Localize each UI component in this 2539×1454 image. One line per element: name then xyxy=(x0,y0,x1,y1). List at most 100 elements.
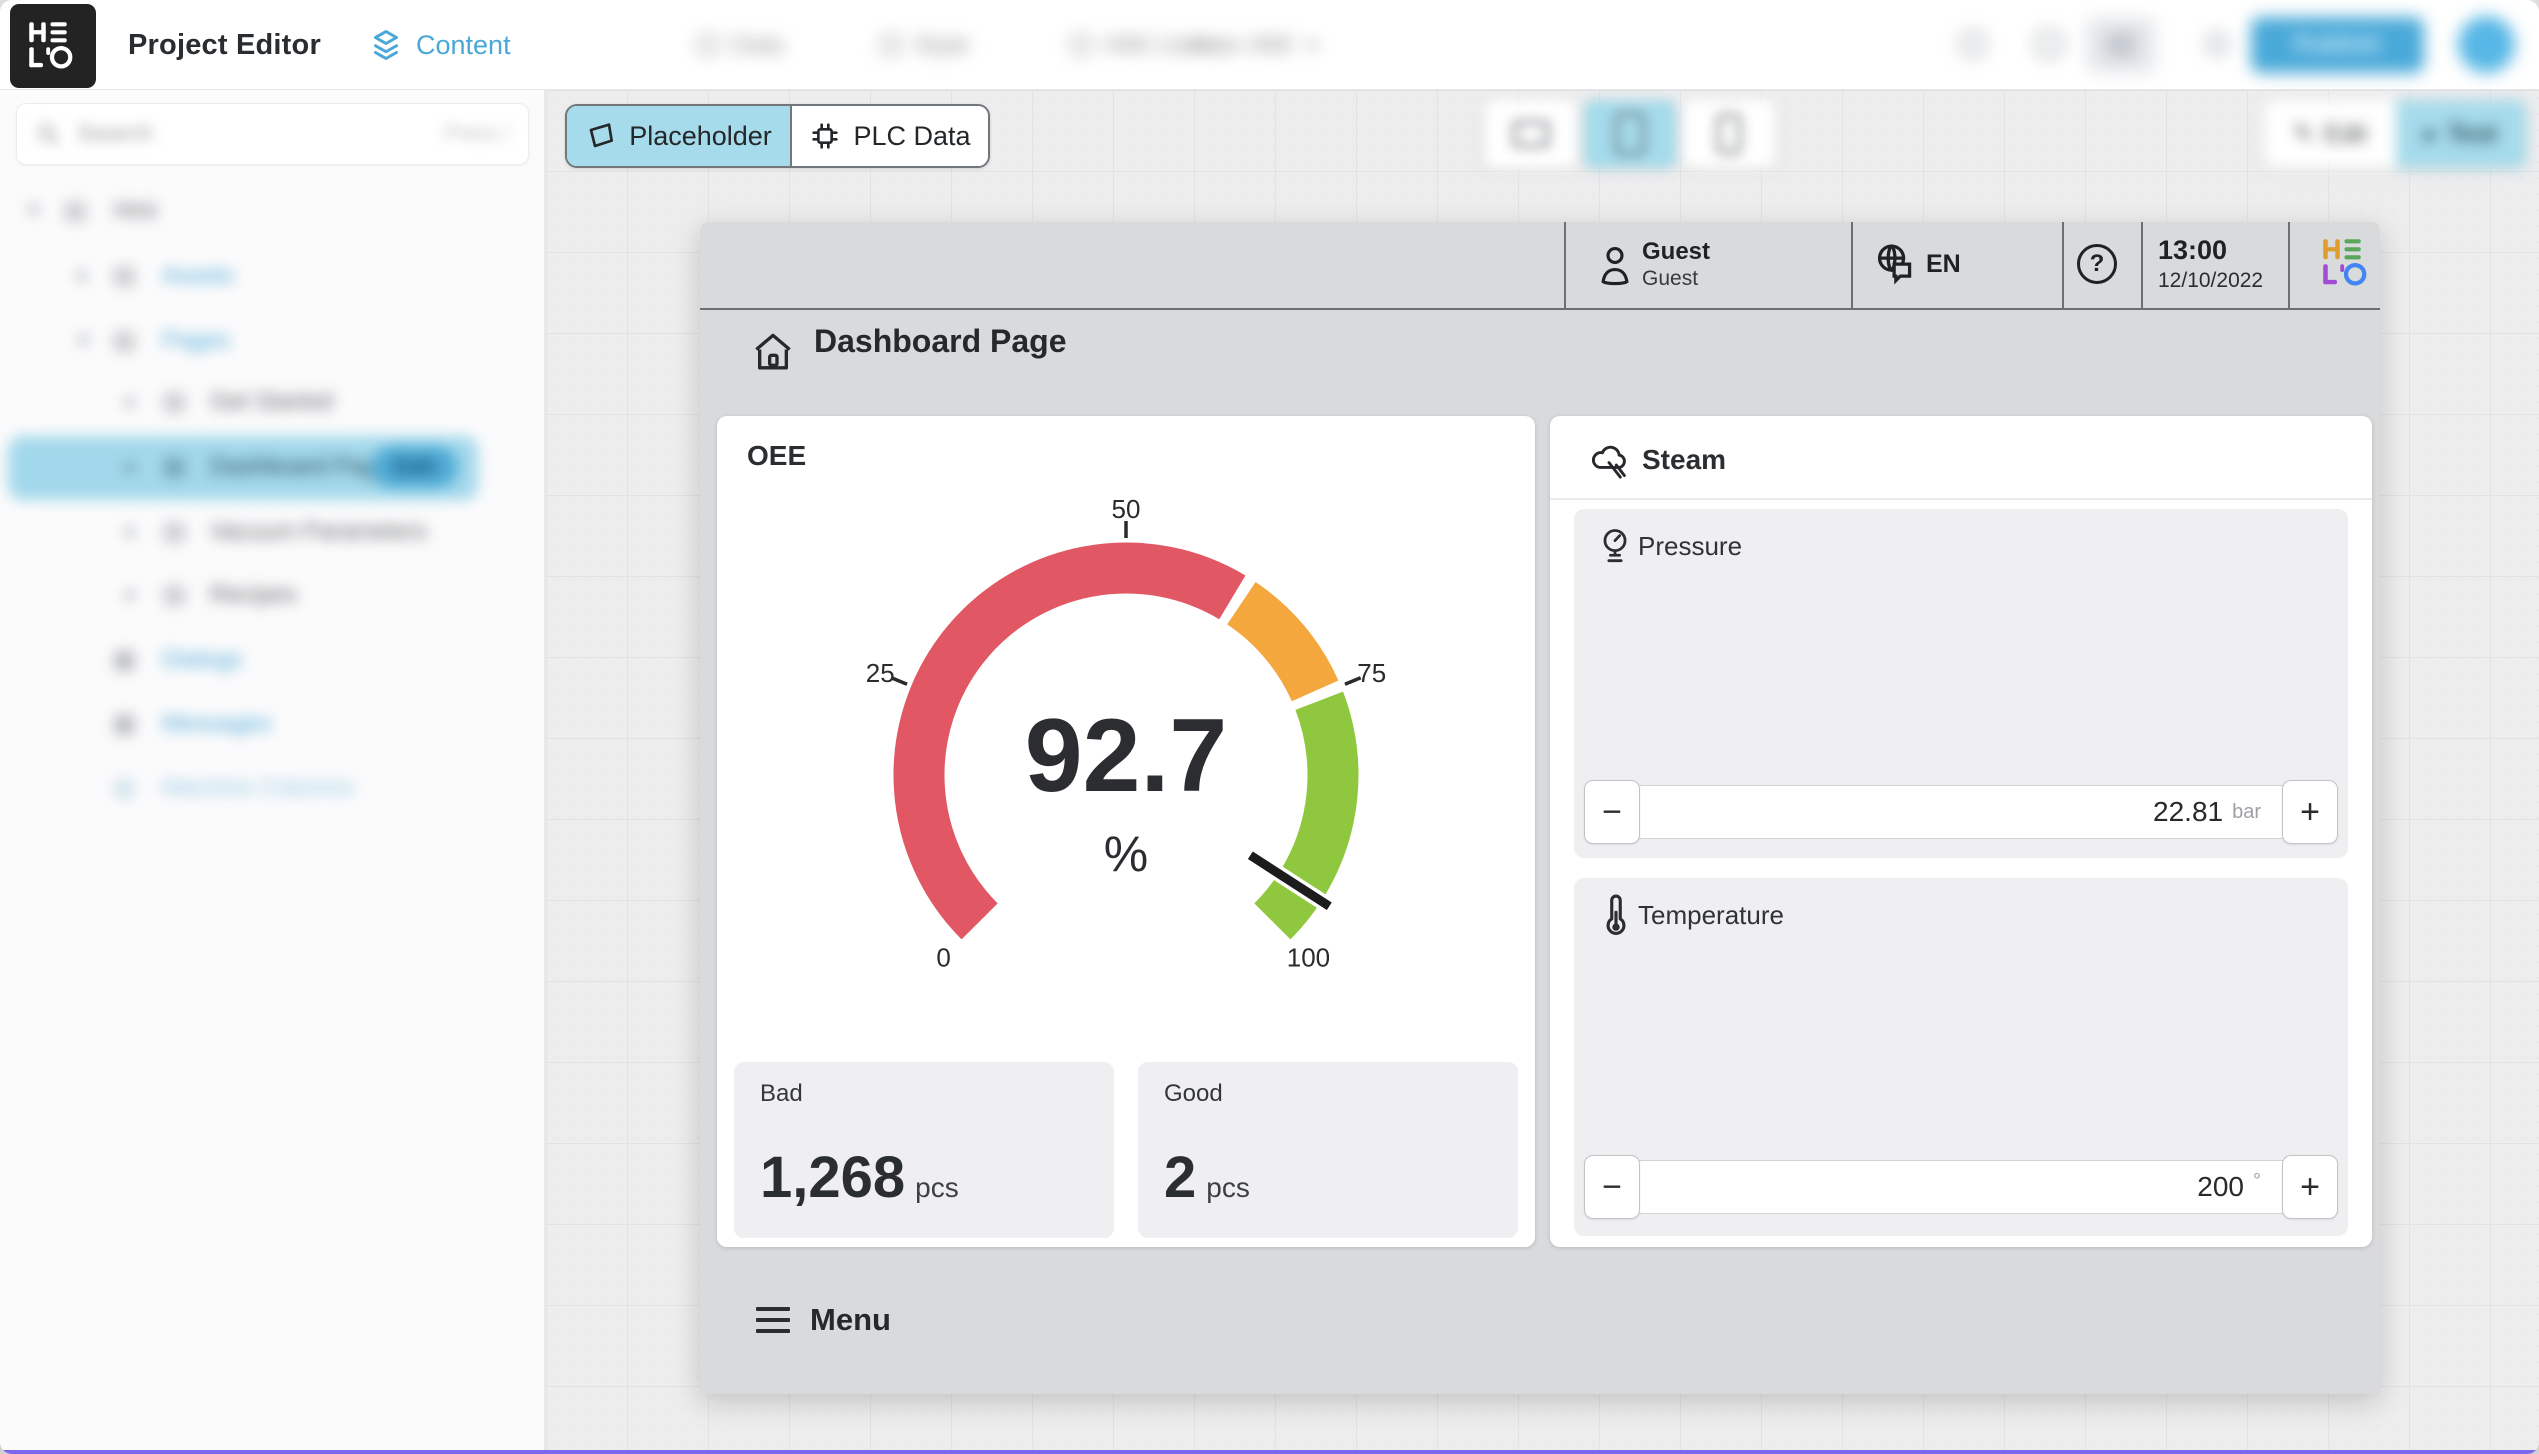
edit-test-switch: ✎ Edit ▸ Test xyxy=(2264,100,2526,168)
user-icon xyxy=(1596,241,1634,289)
temperature-card: Temperature − 200 ° + xyxy=(1574,878,2348,1236)
history-icon[interactable] xyxy=(1960,31,1986,57)
pressure-label: Pressure xyxy=(1638,531,1742,562)
device-preview-switch xyxy=(1485,100,1775,168)
bad-label: Bad xyxy=(760,1080,803,1108)
avatar[interactable] xyxy=(2458,16,2515,73)
menu-label: Menu xyxy=(810,1302,891,1338)
folder-icon: ▤ xyxy=(64,196,87,225)
tree-item-root[interactable]: ▾ ▤ Hmi xyxy=(0,180,545,244)
hmi-canvas: Guest Guest EN ? 13:00 12/10/2022 xyxy=(700,222,2380,1394)
home-icon xyxy=(753,328,793,376)
caret-right-icon[interactable]: ▸ xyxy=(126,518,137,544)
edit-mode-button[interactable]: ✎ Edit xyxy=(2264,100,2396,168)
search-placeholder: Search xyxy=(77,120,429,148)
steam-header-rule xyxy=(1550,498,2372,500)
svg-text:0: 0 xyxy=(936,942,950,972)
pressure-unit: bar xyxy=(2232,801,2261,824)
tree-item-dashboard-page-selected[interactable]: ▸ ▤ Dashboard Page Edit xyxy=(0,436,545,500)
search-shortcut-hint: Press / xyxy=(445,122,510,146)
search-icon xyxy=(35,121,61,147)
caret-right-icon[interactable]: ▸ xyxy=(126,453,137,479)
caret-right-icon[interactable]: ▸ xyxy=(78,262,89,288)
tree-item-dialogs[interactable]: ▦ Dialogs xyxy=(0,629,545,693)
tree-item-recipes[interactable]: ▸ ▤ Recipes xyxy=(0,564,545,628)
temperature-stepper: − 200 ° + xyxy=(1584,1155,2338,1219)
tree-item-get-started[interactable]: ▸ ▤ Get Started xyxy=(0,371,545,435)
tab-placeholder[interactable]: Placeholder xyxy=(567,106,792,166)
data-mode-switch: Placeholder PLC Data xyxy=(565,104,990,168)
pressure-input[interactable]: 22.81 bar xyxy=(1614,785,2308,839)
tree-item-pages[interactable]: ▾ ▤ Pages xyxy=(0,310,545,374)
help-icon[interactable]: ? xyxy=(2077,244,2117,284)
publish-button[interactable]: Publish xyxy=(2251,17,2424,73)
caret-right-icon[interactable]: ▸ xyxy=(126,581,137,607)
edit-badge[interactable]: Edit xyxy=(372,446,458,488)
header-divider xyxy=(2062,222,2064,308)
tab-style[interactable]: Style xyxy=(880,0,970,90)
page-icon: ▤ xyxy=(163,387,186,416)
messages-icon: ▦ xyxy=(113,709,136,738)
folder-icon: ▤ xyxy=(113,261,136,290)
steam-panel: Steam Pressure − 22.81 bar xyxy=(1550,416,2372,1247)
data-icon xyxy=(697,34,719,56)
svg-text:50: 50 xyxy=(1112,495,1141,524)
temperature-input[interactable]: 200 ° xyxy=(1614,1160,2308,1214)
gauge-unit: % xyxy=(1104,826,1148,882)
svg-text:25: 25 xyxy=(866,658,895,688)
svg-text:100: 100 xyxy=(1287,942,1330,972)
caret-down-icon[interactable]: ▾ xyxy=(28,197,39,223)
pressure-increment-button[interactable]: + xyxy=(2282,780,2338,844)
tab-data[interactable]: Data xyxy=(697,0,784,90)
pressure-card: Pressure − 22.81 bar + xyxy=(1574,509,2348,858)
tree-item-messages[interactable]: ▦ Messages xyxy=(0,693,545,757)
pressure-decrement-button[interactable]: − xyxy=(1584,780,1640,844)
dialogs-icon: ▦ xyxy=(113,645,136,674)
user-name[interactable]: Guest xyxy=(1642,238,1710,266)
layers-icon xyxy=(368,27,404,63)
tablet-icon xyxy=(1615,113,1645,155)
preview-window-button[interactable] xyxy=(2086,17,2156,73)
hmi-menu-button[interactable]: Menu xyxy=(756,1302,891,1338)
helio-logo-icon xyxy=(27,21,79,71)
clock-date: 12/10/2022 xyxy=(2158,269,2263,293)
temperature-increment-button[interactable]: + xyxy=(2282,1155,2338,1219)
caret-down-icon[interactable]: ▾ xyxy=(78,327,89,353)
temperature-label: Temperature xyxy=(1638,900,1784,931)
tree-item-vacuum-parameters[interactable]: ▸ ▤ Vacuum Parameters xyxy=(0,501,545,565)
good-value: 2 xyxy=(1164,1146,1196,1210)
share-icon[interactable] xyxy=(2036,31,2062,57)
pencil-icon: ✎ xyxy=(2293,119,2314,149)
caret-right-icon[interactable]: ▸ xyxy=(126,388,137,414)
device-tablet-button[interactable] xyxy=(1584,100,1676,168)
good-unit: pcs xyxy=(1206,1172,1250,1204)
tab-content[interactable]: Content xyxy=(368,0,511,90)
project-tree-sidebar: Search Press / ▾ ▤ Hmi ▸ ▤ Assets ▾ ▤ Pa… xyxy=(0,90,545,1454)
device-phone-button[interactable] xyxy=(1683,100,1775,168)
top-bar: Project Editor Content Data Style HMI Us… xyxy=(0,0,2539,90)
tree-item-machine-columns[interactable]: ▦ Machine Columns xyxy=(0,757,545,821)
phone-icon xyxy=(1717,114,1741,154)
style-icon xyxy=(880,34,902,56)
project-dropdown[interactable]: New HMI ▾ xyxy=(1190,0,1317,90)
zoom-icon[interactable] xyxy=(2206,33,2228,55)
window-bottom-accent xyxy=(0,1450,2539,1454)
device-desktop-button[interactable] xyxy=(1485,100,1577,168)
language-globe-icon xyxy=(1872,241,1918,289)
tree-item-assets[interactable]: ▸ ▤ Assets xyxy=(0,245,545,309)
oee-title: OEE xyxy=(747,440,806,472)
user-role: Guest xyxy=(1642,267,1698,291)
temperature-value: 200 xyxy=(2197,1171,2244,1203)
oee-gauge: 0255075100 92.7 % xyxy=(846,495,1406,1055)
header-divider xyxy=(2288,222,2290,308)
pressure-stepper: − 22.81 bar + xyxy=(1584,780,2338,844)
temperature-decrement-button[interactable]: − xyxy=(1584,1155,1640,1219)
users-icon xyxy=(1070,34,1092,56)
search-input[interactable]: Search Press / xyxy=(16,103,529,165)
hamburger-icon xyxy=(756,1307,790,1333)
tab-plc-data[interactable]: PLC Data xyxy=(792,106,988,166)
helio-logo-dark[interactable] xyxy=(10,4,96,88)
test-mode-button[interactable]: ▸ Test xyxy=(2396,100,2526,168)
language-code[interactable]: EN xyxy=(1926,250,1961,279)
chip-icon xyxy=(809,120,841,152)
